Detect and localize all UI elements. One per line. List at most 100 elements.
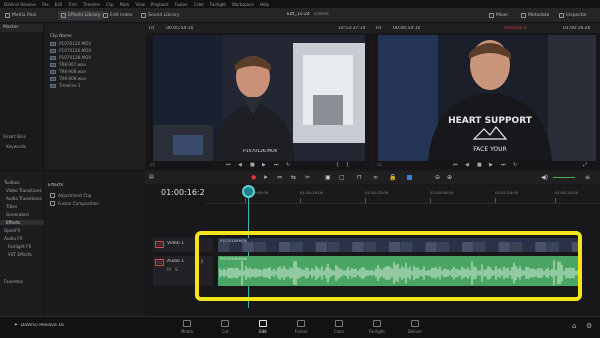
video-track-id[interactable]: V1 [155, 241, 165, 248]
home-icon[interactable]: ⌂ [572, 322, 576, 330]
linked-selection-icon[interactable]: ∞ [373, 174, 378, 181]
zoom-out-icon[interactable]: ⊖ [435, 174, 440, 181]
stop-icon[interactable]: ■ [250, 162, 255, 168]
metadata-button[interactable]: Metadata [518, 11, 552, 20]
position-lock-icon[interactable]: 🔒 [389, 174, 396, 181]
timeline-ruler[interactable]: 01:00:00:00 01:00:16:00 01:00:32:00 01:0… [205, 186, 600, 204]
page-tab-cut[interactable]: Cut [210, 320, 240, 334]
menu-item[interactable]: View [135, 2, 145, 7]
effects-library-button[interactable]: Effects Library [58, 11, 104, 20]
flag-icon[interactable]: ● [251, 174, 256, 181]
keywords-bin[interactable]: Keywords [6, 144, 26, 149]
page-tab-deliver[interactable]: Deliver [400, 320, 430, 334]
menu-item[interactable]: Fusion [175, 2, 188, 7]
menu-item[interactable]: Trim [68, 2, 77, 7]
skip-back-icon[interactable]: ⏮ [226, 162, 231, 168]
speaker-icon[interactable]: ◀) [541, 174, 548, 181]
favorites-item[interactable]: Favorites [4, 279, 23, 284]
play-icon[interactable]: ▶ [262, 162, 266, 168]
source-zoom-select[interactable]: Fit [149, 26, 154, 31]
page-tab-edit[interactable]: Edit [248, 320, 278, 334]
meter-icon[interactable]: ≡ [585, 174, 590, 181]
stop-icon[interactable]: ■ [477, 162, 482, 168]
flag-color-icon[interactable] [407, 175, 412, 180]
audio-fx-item[interactable]: Audio FX [4, 236, 23, 241]
monitor-icon[interactable]: ▭ [150, 162, 155, 168]
menu-item[interactable]: DaVinci Resolve [4, 2, 36, 7]
zoom-in-icon[interactable]: ⊕ [447, 174, 452, 181]
menu-item[interactable]: File [42, 2, 49, 7]
layout-icon[interactable]: ▤ [149, 174, 154, 180]
adjustment-clip-item[interactable]: Adjustment Clip [50, 193, 91, 198]
skip-forward-icon[interactable]: ⏭ [274, 162, 279, 168]
list-item[interactable]: P1070120.MOV [50, 40, 91, 47]
menu-item[interactable]: Clip [106, 2, 114, 7]
menu-item[interactable]: Color [194, 2, 204, 7]
generators-item[interactable]: Generators [6, 212, 29, 217]
fusion-composition-item[interactable]: Fusion Composition [50, 201, 99, 206]
menu-item[interactable]: Timeline [83, 2, 100, 7]
titles-item[interactable]: Titles [6, 204, 17, 209]
timeline-zoom-select[interactable]: Fit [376, 26, 381, 31]
list-item[interactable]: TRK-908.wav [50, 68, 86, 75]
mixer-button[interactable]: Mixer [486, 11, 511, 20]
play-reverse-icon[interactable]: ◀ [238, 162, 242, 168]
play-reverse-icon[interactable]: ◀ [465, 162, 469, 168]
playhead-handle[interactable] [242, 185, 255, 198]
loop-icon[interactable]: ↻ [286, 162, 290, 168]
timeline-timecode: 01:00:16:26 [161, 188, 210, 197]
selection-icon[interactable]: ➤ [263, 174, 268, 181]
media-pool-button[interactable]: Media Pool [2, 11, 39, 20]
fairlight-fx-item[interactable]: Fairlight FX [8, 244, 31, 249]
page-tab-fusion[interactable]: Fusion [286, 320, 316, 334]
timeline-file-icon [50, 83, 56, 88]
audio-transitions-item[interactable]: Audio Transitions [6, 196, 42, 201]
menu-item[interactable]: Mark [120, 2, 130, 7]
menu-item[interactable]: Fairlight [210, 2, 226, 7]
mute-icon[interactable]: M [167, 268, 171, 273]
menu-item[interactable]: Playback [151, 2, 169, 7]
source-video-frame[interactable]: P1070126.MOV [153, 35, 365, 161]
menu-item[interactable]: Workspace [232, 2, 254, 7]
page-tab-media[interactable]: Media [172, 320, 202, 334]
list-item[interactable]: P1070126.MOV [50, 47, 91, 54]
mark-out-icon[interactable]: } [346, 162, 349, 168]
audio-track-id[interactable]: A1 [155, 259, 165, 266]
sound-library-button[interactable]: Sound Library [138, 11, 182, 20]
list-item[interactable]: Timeline 1 [50, 82, 81, 89]
page-tab-fairlight[interactable]: Fairlight [362, 320, 392, 334]
menu-item[interactable]: Help [260, 2, 269, 7]
mark-in-icon[interactable]: { [336, 162, 339, 168]
settings-gear-icon[interactable]: ⚙ [586, 322, 592, 330]
menu-item[interactable]: Edit [55, 2, 63, 7]
blade-icon[interactable]: ✂ [305, 174, 310, 181]
vst-effects-item[interactable]: VST Effects [8, 252, 32, 257]
play-icon[interactable]: ▶ [489, 162, 493, 168]
list-item[interactable]: P1070128.MOV [50, 54, 91, 61]
video-transitions-item[interactable]: Video Transitions [6, 188, 42, 193]
loop-icon[interactable]: ↻ [513, 162, 517, 168]
edit-index-button[interactable]: Edit Index [100, 11, 136, 20]
list-item[interactable]: TRK-909.wav [50, 75, 86, 82]
skip-back-icon[interactable]: ⏮ [453, 162, 458, 168]
solo-icon[interactable]: S [175, 268, 178, 273]
timeline-name-select[interactable]: Timeline 1 [503, 26, 526, 31]
monitor-icon[interactable]: ▭ [377, 162, 382, 168]
toolbox-item[interactable]: Toolbox [4, 180, 20, 185]
skip-forward-icon[interactable]: ⏭ [501, 162, 506, 168]
clip-name-header[interactable]: Clip Name [50, 33, 72, 38]
volume-slider[interactable] [553, 177, 575, 178]
inspector-button[interactable]: Inspector [556, 11, 590, 20]
snapping-icon[interactable]: ⊓ [357, 174, 362, 181]
master-bin[interactable]: Master [0, 24, 43, 32]
insert-icon[interactable]: ▣ [325, 174, 331, 181]
page-tab-color[interactable]: Color [324, 320, 354, 334]
overwrite-icon[interactable]: ▢ [339, 174, 345, 181]
openfx-item[interactable]: OpenFX [4, 228, 20, 233]
timeline-video-frame[interactable]: HEART SUPPORT FACE YOUR [378, 35, 596, 161]
list-item[interactable]: TRK-907.wav [50, 61, 86, 68]
effects-item[interactable]: Effects [0, 220, 44, 225]
trim-icon[interactable]: ⇔ [277, 174, 282, 181]
fullscreen-icon[interactable]: ⤢ [583, 162, 587, 168]
dynamic-trim-icon[interactable]: ⇆ [291, 174, 296, 181]
